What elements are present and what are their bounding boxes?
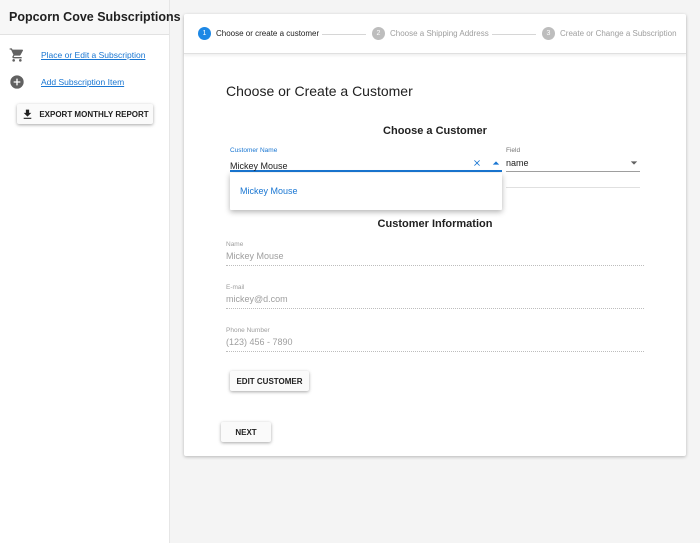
phone-value: (123) 456 - 7890 (226, 337, 644, 352)
step-label: Choose or create a customer (216, 29, 320, 38)
sidebar: Popcorn Cove Subscriptions Place or Edit… (0, 0, 181, 543)
next-button[interactable]: NEXT (221, 422, 271, 442)
download-icon (24, 109, 32, 119)
clear-icon[interactable] (472, 158, 482, 168)
customer-suggestions-dropdown: Mickey Mouse (230, 173, 502, 210)
customer-form-card: 1 Choose or create a customer 2 Choose a… (184, 14, 686, 456)
phone-label: Phone Number (226, 327, 270, 334)
suggestion-item[interactable]: Mickey Mouse (230, 173, 502, 210)
phone-field: Phone Number (123) 456 - 7890 (226, 327, 644, 352)
customer-name-label: Customer Name (230, 147, 278, 154)
customer-name-field (230, 156, 502, 173)
field-select-label: Field (506, 147, 521, 154)
choose-customer-heading: Choose a Customer (383, 125, 487, 137)
field-select-value: name (506, 158, 529, 168)
email-value: mickey@d.com (226, 294, 644, 309)
step-choose-customer[interactable]: 1 Choose or create a customer (198, 27, 319, 40)
cart-icon (9, 48, 24, 62)
field-select[interactable]: name (506, 156, 640, 172)
app-title: Popcorn Cove Subscriptions (0, 0, 181, 35)
step-connector (492, 34, 536, 35)
edit-customer-button[interactable]: EDIT CUSTOMER (230, 371, 309, 391)
step-number: 3 (542, 27, 555, 40)
customer-name-input[interactable] (230, 159, 460, 173)
step-label: Choose a Shipping Address (390, 29, 489, 38)
step-label: Create or Change a Subscription (560, 29, 677, 38)
export-button-label: EXPORT MONTHLY REPORT (39, 109, 149, 119)
name-value: Mickey Mouse (226, 251, 644, 266)
sidebar-item-label[interactable]: Place or Edit a Subscription (41, 50, 145, 60)
step-connector (322, 34, 366, 35)
page-title: Choose or Create a Customer (226, 83, 413, 99)
plus-circle-icon (10, 75, 24, 89)
export-monthly-report-button[interactable]: EXPORT MONTHLY REPORT (17, 104, 153, 124)
step-number: 2 (372, 27, 385, 40)
email-label: E-mail (226, 284, 245, 291)
name-label: Name (226, 241, 244, 248)
sidebar-item-place-edit-subscription[interactable]: Place or Edit a Subscription (9, 47, 145, 63)
sidebar-item-add-subscription-item[interactable]: Add Subscription Item (9, 74, 124, 90)
step-shipping-address[interactable]: 2 Choose a Shipping Address (372, 27, 489, 40)
step-number: 1 (198, 27, 211, 40)
arrow-up-icon[interactable] (492, 159, 500, 167)
step-subscription[interactable]: 3 Create or Change a Subscription (542, 27, 677, 40)
sidebar-item-label[interactable]: Add Subscription Item (41, 77, 124, 87)
name-field: Name Mickey Mouse (226, 241, 644, 266)
divider (506, 187, 640, 188)
email-field: E-mail mickey@d.com (226, 284, 644, 309)
customer-information-heading: Customer Information (377, 218, 493, 230)
stepper: 1 Choose or create a customer 2 Choose a… (184, 14, 686, 54)
chevron-down-icon (630, 161, 638, 165)
